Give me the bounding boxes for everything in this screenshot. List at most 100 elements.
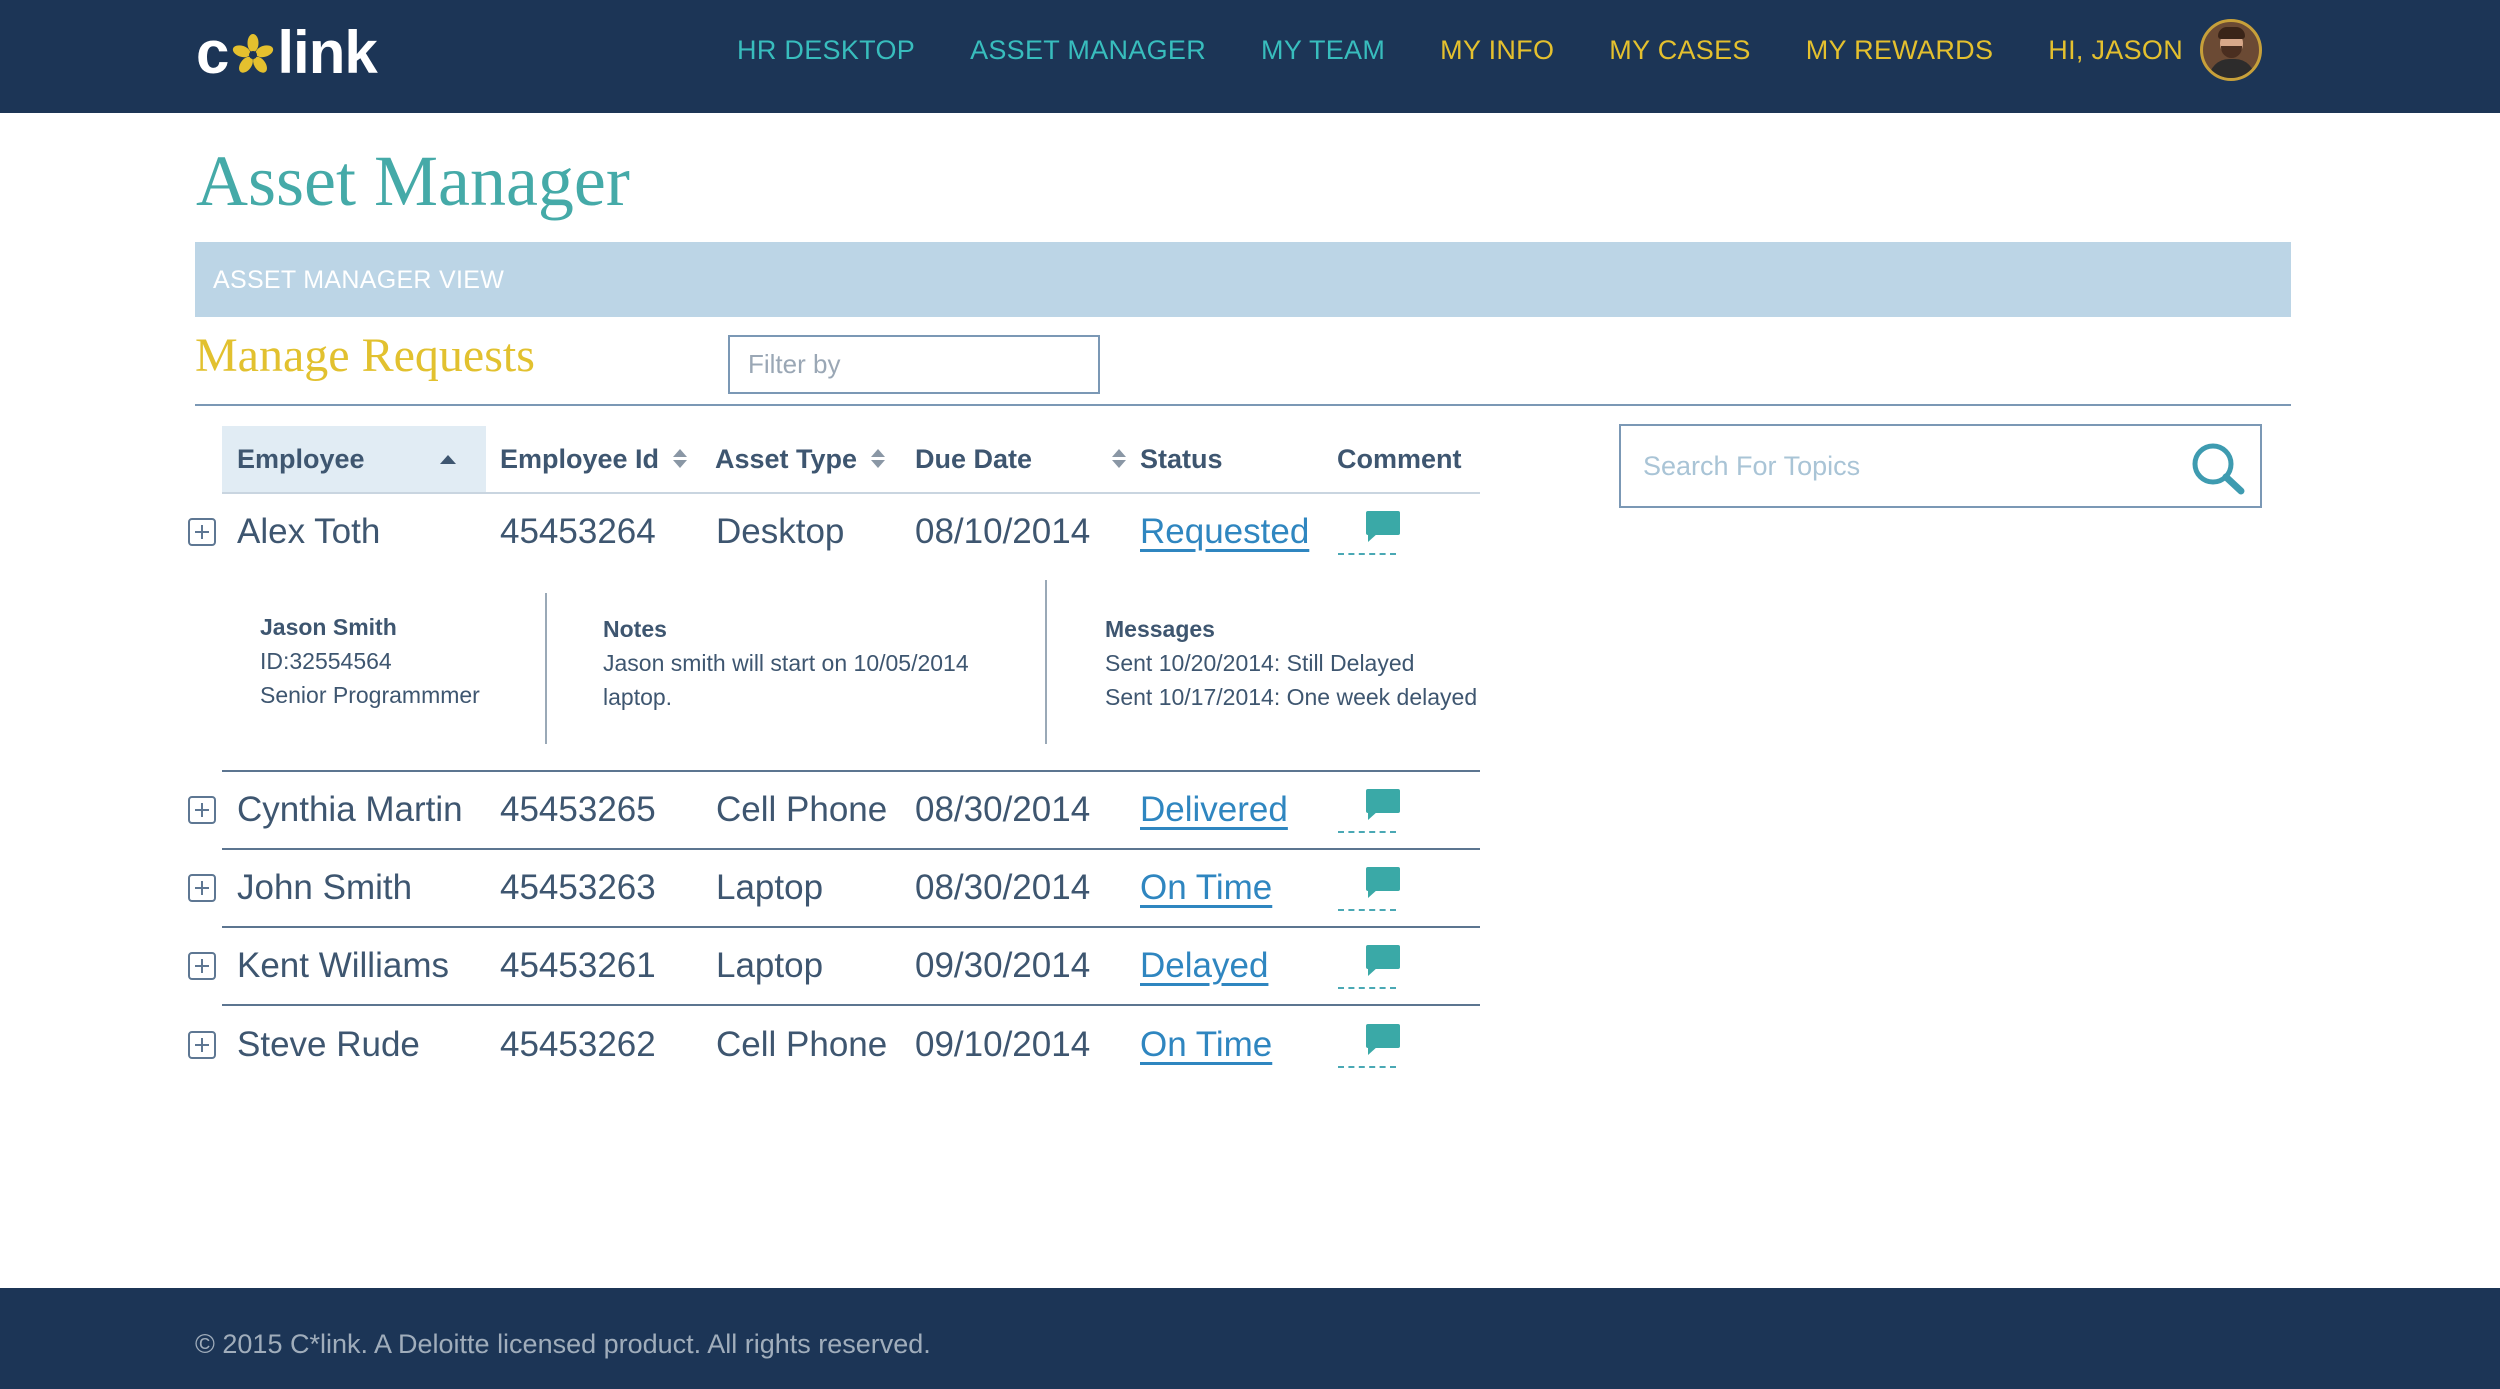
employee-name: John Smith <box>237 868 413 907</box>
employee-name: Alex Toth <box>237 512 381 551</box>
search-topics-box <box>1619 424 2262 508</box>
column-header-status-label: Status <box>1140 443 1223 474</box>
comment-bubble-icon <box>1366 1024 1400 1055</box>
comment-button[interactable] <box>1338 867 1400 911</box>
asset-type: Desktop <box>716 512 845 551</box>
asset-type: Cell Phone <box>716 790 888 829</box>
comment-button[interactable] <box>1338 945 1400 989</box>
main-nav: HR DESKTOP ASSET MANAGER MY TEAM MY INFO… <box>682 0 2262 100</box>
employee-name: Kent Williams <box>237 946 449 985</box>
page-footer: © 2015 C*link. A Deloitte licensed produ… <box>0 1288 2500 1389</box>
employee-id: 45453262 <box>500 1025 656 1064</box>
nav-hr-desktop[interactable]: HR DESKTOP <box>737 35 915 66</box>
nav-my-rewards[interactable]: MY REWARDS <box>1806 35 1994 66</box>
notes-detail: Notes Jason smith will start on 10/05/20… <box>603 612 971 714</box>
view-bar-label: ASSET MANAGER VIEW <box>213 266 505 294</box>
column-header-employee-id-label: Employee Id <box>500 443 660 474</box>
asset-manager-view-bar: ASSET MANAGER VIEW <box>195 242 2291 317</box>
comment-bubble-icon <box>1366 511 1400 542</box>
clink-logo[interactable]: c link <box>196 12 378 92</box>
due-date: 08/30/2014 <box>915 790 1091 829</box>
employee-id: 45453264 <box>500 512 656 551</box>
due-date: 08/10/2014 <box>915 512 1091 551</box>
table-row[interactable]: Cynthia Martin 45453265 Cell Phone 08/30… <box>0 771 1500 849</box>
column-header-due-date-label: Due Date <box>915 443 1033 474</box>
comment-bubble-icon <box>1366 789 1400 820</box>
employee-name: Cynthia Martin <box>237 790 463 829</box>
status-link[interactable]: Delayed <box>1140 927 1268 1005</box>
due-date: 09/30/2014 <box>915 946 1091 985</box>
status-link[interactable]: On Time <box>1140 1006 1272 1084</box>
due-date: 08/30/2014 <box>915 868 1091 907</box>
detail-divider <box>1045 580 1047 744</box>
column-header-employee[interactable]: Employee <box>222 426 486 492</box>
notes-heading: Notes <box>603 616 667 642</box>
column-header-comment-label: Comment <box>1337 443 1462 474</box>
column-header-due-date[interactable]: Due Date <box>915 426 1127 492</box>
footer-copyright: © 2015 C*link. A Deloitte licensed produ… <box>195 1329 931 1359</box>
messages-detail: Messages Sent 10/20/2014: Still Delayed … <box>1105 612 1477 714</box>
comment-button[interactable] <box>1338 789 1400 833</box>
column-header-asset-type[interactable]: Asset Type <box>715 426 886 492</box>
table-row[interactable]: Steve Rude 45453262 Cell Phone 09/10/201… <box>0 1006 1500 1084</box>
user-avatar[interactable] <box>2200 19 2262 81</box>
column-header-employee-label: Employee <box>237 443 365 474</box>
detail-person-id: ID:32554564 <box>260 648 392 674</box>
column-header-asset-type-label: Asset Type <box>715 443 858 474</box>
message-item: Sent 10/17/2014: One week delayed <box>1105 684 1478 710</box>
employee-id: 45453261 <box>500 946 656 985</box>
section-title: Manage Requests <box>195 329 535 382</box>
expand-row-icon[interactable] <box>188 1031 216 1059</box>
table-row[interactable]: Kent Williams 45453261 Laptop 09/30/2014… <box>0 927 1500 1005</box>
employee-name: Steve Rude <box>237 1025 420 1064</box>
detail-divider <box>545 593 547 744</box>
asset-type: Cell Phone <box>716 1025 888 1064</box>
asset-type: Laptop <box>716 946 824 985</box>
employee-id: 45453263 <box>500 868 656 907</box>
sort-ascending-icon <box>440 455 456 464</box>
status-link[interactable]: Requested <box>1140 493 1309 571</box>
logo-text-right: link <box>277 18 377 86</box>
message-item: Sent 10/20/2014: Still Delayed <box>1105 650 1415 676</box>
column-header-employee-id[interactable]: Employee Id <box>500 426 688 492</box>
notes-text-line-1: Jason smith will start on 10/05/2014 and… <box>603 650 971 676</box>
employee-id: 45453265 <box>500 790 656 829</box>
asset-type: Laptop <box>716 868 824 907</box>
search-icon[interactable] <box>2188 440 2248 496</box>
logo-star-icon <box>233 34 274 73</box>
user-greeting[interactable]: HI, JASON <box>2048 35 2183 66</box>
sort-icon <box>871 449 886 469</box>
expand-row-icon[interactable] <box>188 874 216 902</box>
due-date: 09/10/2014 <box>915 1025 1091 1064</box>
table-row[interactable]: Alex Toth 45453264 Desktop 08/10/2014 Re… <box>0 493 1500 571</box>
expand-row-icon[interactable] <box>188 796 216 824</box>
sort-icon <box>673 449 688 469</box>
status-link[interactable]: Delivered <box>1140 771 1288 849</box>
column-header-status[interactable]: Status <box>1140 426 1223 492</box>
detail-person-title: Senior Programmmer <box>260 682 480 708</box>
expand-row-icon[interactable] <box>188 518 216 546</box>
top-navigation-bar: c link HR DESKTOP ASSET MANAGER MY TEAM … <box>0 0 2500 113</box>
comment-bubble-icon <box>1366 867 1400 898</box>
notes-text-line-2: laptop. <box>603 684 673 710</box>
nav-my-cases[interactable]: MY CASES <box>1609 35 1750 66</box>
employee-detail: Jason Smith ID:32554564 Senior Programmm… <box>260 610 480 712</box>
messages-heading: Messages <box>1105 616 1215 642</box>
column-header-comment: Comment <box>1337 426 1462 492</box>
status-link[interactable]: On Time <box>1140 849 1272 927</box>
table-row[interactable]: John Smith 45453263 Laptop 08/30/2014 On… <box>0 849 1500 927</box>
nav-my-team[interactable]: MY TEAM <box>1261 35 1385 66</box>
comment-button[interactable] <box>1338 1024 1400 1068</box>
filter-input[interactable] <box>728 335 1100 394</box>
nav-asset-manager[interactable]: ASSET MANAGER <box>970 35 1206 66</box>
sort-icon <box>1112 449 1127 469</box>
comment-button[interactable] <box>1338 511 1400 555</box>
search-topics-input[interactable] <box>1621 426 2181 506</box>
nav-my-info[interactable]: MY INFO <box>1440 35 1554 66</box>
section-divider <box>195 404 2291 406</box>
expand-row-icon[interactable] <box>188 952 216 980</box>
comment-bubble-icon <box>1366 945 1400 976</box>
page-title: Asset Manager <box>196 141 630 221</box>
logo-text-left: c <box>196 18 229 86</box>
detail-person-name: Jason Smith <box>260 614 397 640</box>
